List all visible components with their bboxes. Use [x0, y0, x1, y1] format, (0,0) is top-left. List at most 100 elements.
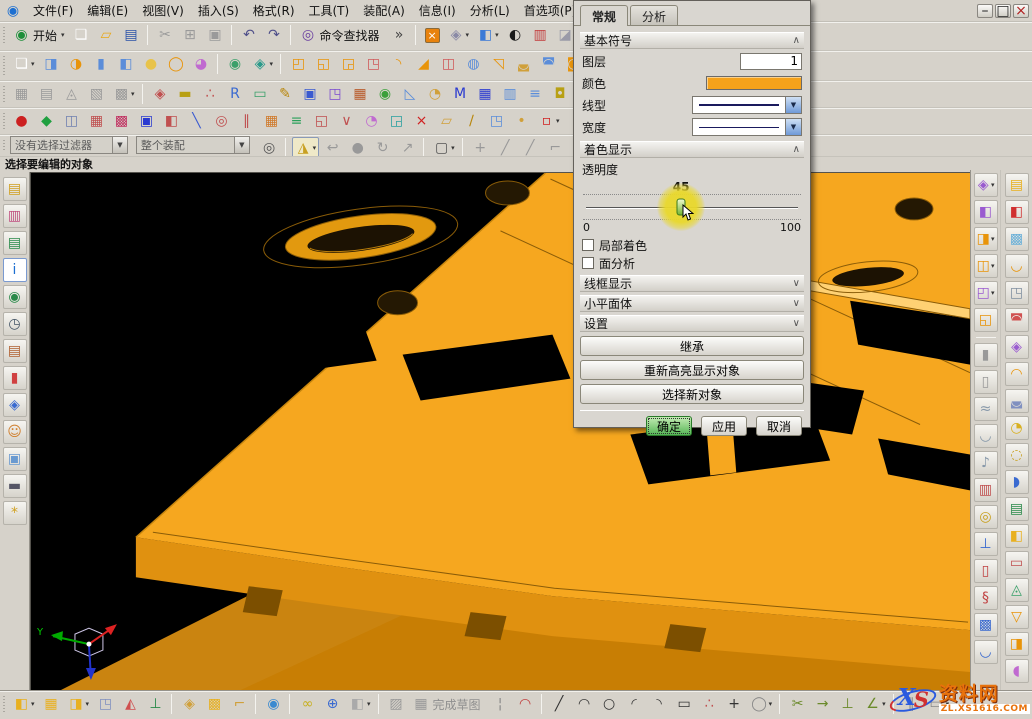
mw-flower-icon[interactable]: ◈ [1005, 335, 1029, 359]
restore-button[interactable]: □ [995, 4, 1011, 18]
chain-icon[interactable]: ∞ [296, 693, 319, 715]
mw-box-icon[interactable]: ◳ [1005, 281, 1029, 305]
unite-icon[interactable]: ◰ [287, 53, 310, 75]
ejector-icon[interactable]: ⊥ [974, 532, 998, 556]
constraint-navigator-icon[interactable]: ▥ [3, 204, 27, 228]
pattern-cubes-icon[interactable]: ▩ [203, 693, 226, 715]
extrude-icon[interactable]: ◨ [40, 53, 63, 75]
minimize-button[interactable]: – [977, 4, 993, 18]
trim-body-icon[interactable]: ◫ [437, 53, 460, 75]
parallel-lines-icon[interactable]: ∥ [235, 110, 258, 132]
sew-icon[interactable]: ◛ [512, 53, 535, 75]
mw-dim-icon[interactable]: ▭ [1005, 551, 1029, 575]
scene-icon[interactable]: ▣ [3, 447, 27, 471]
corner2-icon[interactable]: ◝ [648, 693, 671, 715]
point-tool-icon[interactable]: ∴ [698, 693, 721, 715]
apply-button[interactable]: 应用 [701, 416, 747, 436]
mw-cube-icon[interactable]: ◧ [1005, 200, 1029, 224]
frame-icon[interactable]: ▣ [299, 83, 322, 105]
mw-coin-icon[interactable]: ◔ [1005, 416, 1029, 440]
measure-distance-icon[interactable]: ▬ [174, 83, 197, 105]
mold-copy-icon[interactable]: ◨▾ [974, 227, 998, 251]
radius-gauge-icon[interactable]: R [224, 83, 247, 105]
cancel-button[interactable]: 取消 [756, 416, 802, 436]
sketch-icon[interactable]: ❏▾ [10, 53, 38, 75]
group-shaded-display[interactable]: 着色显示 ∧ [580, 141, 804, 158]
cubes-icon[interactable]: ▦ [40, 693, 63, 715]
view-cube-icon[interactable]: ◧▾ [474, 24, 502, 46]
mw-stack-icon[interactable]: ◚ [1005, 308, 1029, 332]
tab-analysis[interactable]: 分析 [630, 5, 678, 25]
open-icon[interactable]: ▱ [95, 24, 118, 46]
calculator-icon[interactable]: ▦ [474, 83, 497, 105]
chamfer-icon[interactable]: ◢ [412, 53, 435, 75]
section-view-icon[interactable]: ▥ [529, 24, 552, 46]
corner-box-icon[interactable]: ◱ [310, 110, 333, 132]
binoculars-icon[interactable]: ◎ [258, 137, 281, 157]
tooling-icon[interactable]: ▬ [3, 474, 27, 498]
save-icon[interactable]: ▤ [120, 24, 143, 46]
selection-filter-select[interactable]: 没有选择过滤器 ▼ [10, 136, 128, 154]
mold-list-icon[interactable]: ◫▾ [974, 254, 998, 278]
shaded-view-icon[interactable]: ◐ [504, 24, 527, 46]
linetype-select[interactable]: ▼ [692, 96, 802, 114]
rect-tool-icon[interactable]: ▭ [673, 693, 696, 715]
revolve-icon[interactable]: ◑ [65, 53, 88, 75]
menu-item[interactable]: 插入(S) [191, 2, 246, 20]
draft-icon[interactable]: ◹ [487, 53, 510, 75]
chair-icon[interactable]: ▥ [974, 478, 998, 502]
face-analysis-row[interactable]: 面分析 [580, 254, 804, 272]
section-line-icon[interactable]: ▭ [249, 83, 272, 105]
ok-button[interactable]: 确定 [646, 416, 692, 436]
red-frame-icon[interactable]: ▫▾ [535, 110, 563, 132]
patch-icon[interactable]: ◚ [537, 53, 560, 75]
group-settings[interactable]: 设置 ∨ [580, 315, 804, 332]
line-diag-icon[interactable]: ╲ [185, 110, 208, 132]
datum-csys-icon[interactable]: ◈▾ [249, 53, 277, 75]
angle-tool-icon[interactable]: ∠▾ [861, 693, 889, 715]
star-icon[interactable]: * [3, 501, 27, 525]
profile-line-icon[interactable]: ╱ [548, 693, 571, 715]
gift2-icon[interactable]: ▩ [974, 613, 998, 637]
roles-icon[interactable]: ☺ [3, 420, 27, 444]
palette-door-icon[interactable]: ▤ [3, 339, 27, 363]
pencil-colors-icon[interactable]: ▮ [3, 366, 27, 390]
cube-outline-icon[interactable]: ◫ [60, 110, 83, 132]
mold-measure-icon[interactable]: ◰▾ [974, 281, 998, 305]
wave-link-icon[interactable]: ◉ [262, 693, 285, 715]
trim-tool-icon[interactable]: ✂ [786, 693, 809, 715]
dot-icon[interactable]: • [510, 110, 533, 132]
ellipse-icon[interactable]: ◯▾ [748, 693, 776, 715]
mold-rotate-icon[interactable]: ◈▾ [974, 173, 998, 197]
arc2-icon[interactable]: ◠ [573, 693, 596, 715]
transparency-slider[interactable]: 45 [583, 194, 801, 220]
target-box-icon[interactable]: ◲ [385, 110, 408, 132]
move-component-icon[interactable]: ◳ [94, 693, 117, 715]
pin-icon[interactable]: ¦ [489, 693, 512, 715]
interference-icon[interactable]: ◈ [149, 83, 172, 105]
layout-x-icon[interactable]: × [422, 24, 443, 46]
selection-scope-select[interactable]: 整个装配 ▼ [136, 136, 250, 154]
blend-icon[interactable]: ◕ [190, 53, 213, 75]
small-cube-icon[interactable]: ◧▾ [346, 693, 374, 715]
mw-base-icon[interactable]: ◬ [1005, 578, 1029, 602]
display-red-icon[interactable]: ● [10, 110, 33, 132]
close-button[interactable]: × [1013, 4, 1029, 18]
group-facet-body[interactable]: 小平面体 ∨ [580, 295, 804, 312]
half-triangle-icon[interactable]: ◺ [399, 83, 422, 105]
mold-delete-icon[interactable]: ◧ [974, 200, 998, 224]
mw-bend-icon[interactable]: ◡ [1005, 254, 1029, 278]
history-page-icon[interactable]: ◉ [3, 285, 27, 309]
display-green-icon[interactable]: ◆ [35, 110, 58, 132]
clock-icon[interactable]: ◷ [3, 312, 27, 336]
lasso-icon[interactable]: ▢▾ [430, 137, 458, 157]
menu-item[interactable]: 编辑(E) [80, 2, 135, 20]
layer-input[interactable] [740, 53, 802, 70]
pattern-table-icon[interactable]: ▦ [349, 83, 372, 105]
rgb-balls-icon[interactable]: ◉ [374, 83, 397, 105]
add-component-icon[interactable]: ◨▾ [65, 693, 93, 715]
color-swatch[interactable] [706, 76, 802, 90]
mw-funnel-icon[interactable]: ▽ [1005, 605, 1029, 629]
part-navigator-icon[interactable]: ▤ [3, 231, 27, 255]
snap-highlight-icon[interactable]: ◮▾ [292, 137, 320, 157]
